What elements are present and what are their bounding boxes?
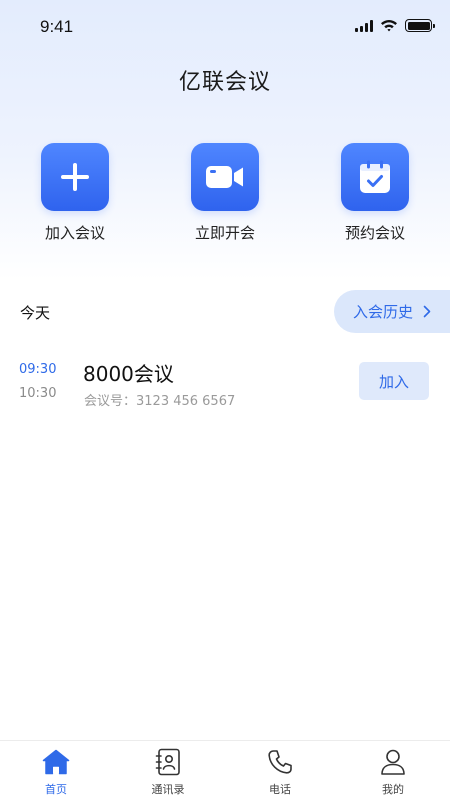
page-title: 亿联会议 (178, 70, 271, 95)
status-bar: 9:41 (0, 0, 450, 56)
tab-contacts-label: 通讯录 (151, 783, 185, 796)
schedule-meeting-label: 预约会议 (344, 224, 405, 242)
user-icon (381, 749, 405, 775)
battery-icon (405, 19, 435, 32)
join-meeting-tile[interactable] (41, 143, 109, 211)
bottom-tab-bar: 首页 通讯录 电话 我的 (0, 740, 450, 800)
meeting-id: 会议号：3123 456 6567 (84, 394, 236, 409)
schedule-meeting-tile[interactable] (341, 143, 409, 211)
meeting-history-label: 入会历史 (353, 303, 414, 321)
video-camera-icon (206, 166, 243, 188)
join-button[interactable]: 加入 (359, 362, 429, 400)
start-meeting-tile[interactable] (191, 143, 259, 211)
join-meeting-label: 加入会议 (44, 224, 105, 242)
tab-me-label: 我的 (382, 783, 404, 796)
meeting-start-time: 09:30 (19, 362, 57, 377)
chevron-right-icon (423, 305, 431, 318)
meeting-history-button[interactable]: 入会历史 (334, 290, 450, 333)
home-icon (42, 749, 70, 775)
quick-actions: 加入会议 立即开会 预约会议 (0, 143, 450, 253)
status-icons (355, 19, 435, 32)
signal-icon (355, 19, 373, 32)
tab-contacts[interactable]: 通讯录 (128, 747, 208, 797)
tab-phone[interactable]: 电话 (240, 747, 320, 797)
join-meeting-button[interactable]: 加入会议 (20, 143, 130, 243)
tab-me[interactable]: 我的 (353, 747, 433, 797)
meeting-end-time: 10:30 (19, 386, 57, 401)
contacts-icon (155, 748, 180, 776)
section-title-today: 今天 (20, 304, 51, 322)
status-time: 9:41 (40, 17, 74, 36)
start-meeting-button[interactable]: 立即开会 (170, 143, 280, 243)
schedule-meeting-button[interactable]: 预约会议 (320, 143, 430, 243)
calendar-check-icon (360, 160, 390, 193)
wifi-icon (381, 20, 397, 32)
plus-icon (61, 163, 89, 191)
tab-home[interactable]: 首页 (16, 747, 96, 797)
tab-home-label: 首页 (45, 783, 67, 796)
phone-icon (268, 750, 292, 774)
tab-phone-label: 电话 (269, 783, 291, 796)
start-meeting-label: 立即开会 (194, 224, 255, 242)
meeting-name: 8000会议 (83, 362, 174, 386)
meeting-list-item[interactable]: 09:30 10:30 8000会议 会议号：3123 456 6567 加入 (0, 352, 450, 416)
